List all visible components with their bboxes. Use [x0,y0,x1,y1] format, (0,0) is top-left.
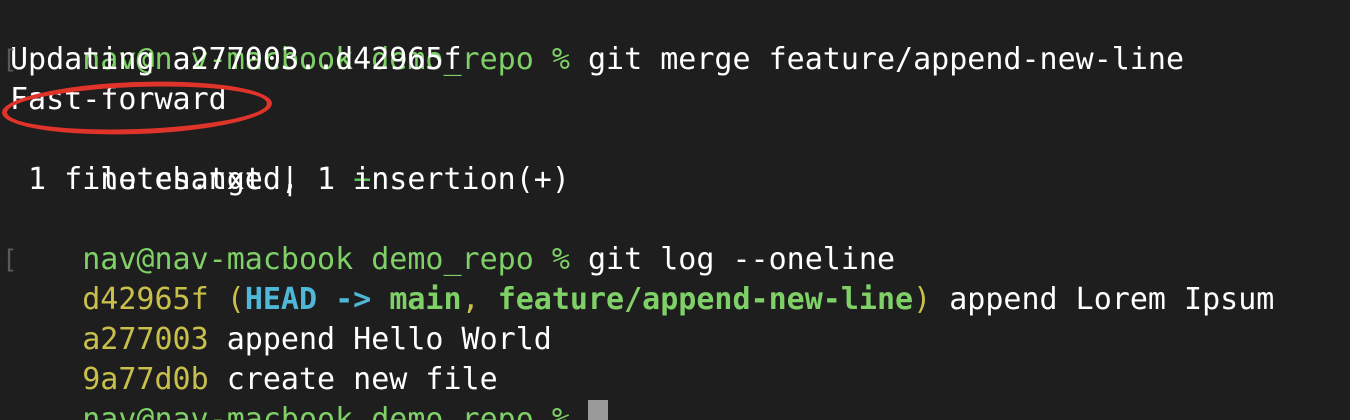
commit-message: create new file [208,362,498,397]
command-text: git log --oneline [569,242,896,277]
ref-open-paren: ( [208,282,245,317]
branch-main: main [389,282,462,317]
shell-prompt: nav@nav-macbook demo_repo % [82,242,570,277]
terminal-window[interactable]: [ nav@nav-macbook demo_repo % git merge f… [0,0,1350,420]
output-line-file-stat: notes.txt | 1 + [10,120,1350,197]
commit-hash: d42965f [82,282,209,317]
ref-separator: , [461,282,498,317]
output-line-fast-forward: Fast-forward [10,82,227,117]
branch-feature: feature/append-new-line [497,282,914,317]
shell-prompt: nav@nav-macbook demo_repo % [82,402,570,420]
ref-close-paren: ) [913,282,932,317]
command-text: git merge feature/append-new-line [569,42,1185,77]
output-line-summary: 1 file changed, 1 insertion(+) [10,162,570,197]
commit-message: append Hello World [208,322,552,357]
commit-hash: 9a77d0b [82,362,209,397]
head-ref: HEAD -> [244,282,390,317]
prompt-line-merge: [nav@nav-macbook demo_repo % git merge f… [2,0,1350,77]
line-marker: [ [2,245,18,275]
prompt-line-log: [ nav@nav-macbook demo_repo % git log --o… [2,200,1350,277]
text-cursor[interactable] [587,400,608,420]
line-marker: [ [2,45,18,75]
commit-message: append Lorem Ipsum [931,282,1275,317]
commit-hash: a277003 [82,322,209,357]
